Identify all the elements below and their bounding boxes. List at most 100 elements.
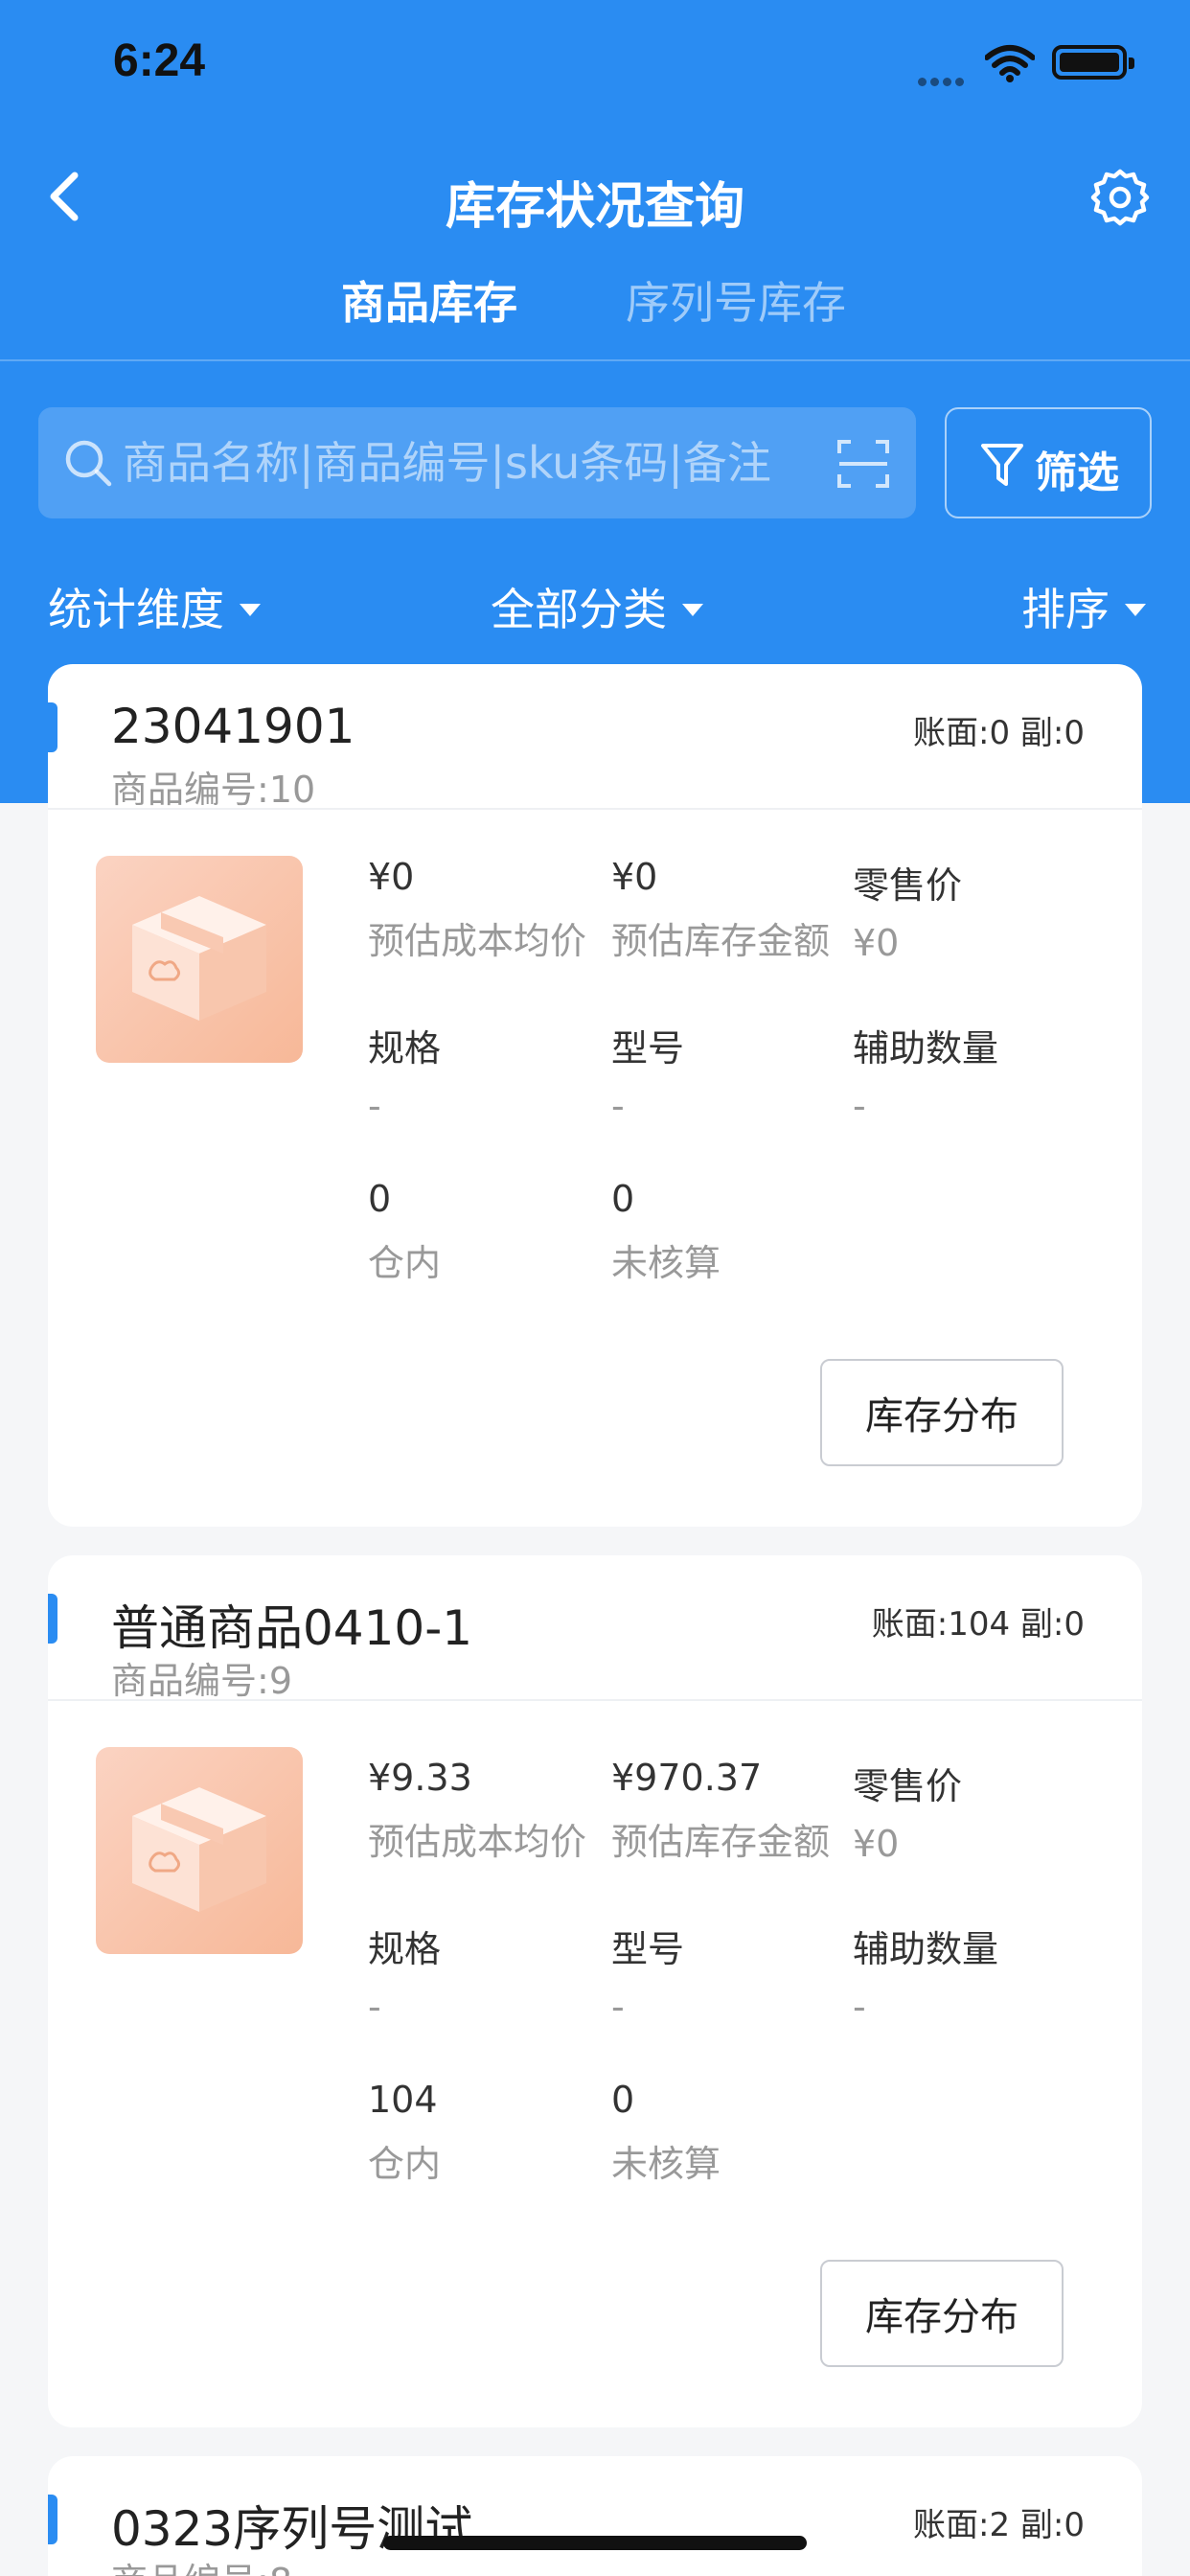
battery-icon — [1052, 45, 1134, 80]
unchecked-value: 0 — [611, 1178, 635, 1220]
product-card[interactable]: 普通商品0410-1 商品编号:9 账面:104 副:0 ¥9.33 预估成本均… — [48, 1555, 1142, 2427]
tab-serial-stock[interactable]: 序列号库存 — [626, 268, 846, 332]
book-quantity: 账面:2 副:0 — [913, 2506, 1085, 2544]
dimension-label: 统计维度 — [48, 584, 224, 635]
filter-label: 筛选 — [1035, 448, 1119, 497]
card-divider — [48, 808, 1142, 810]
avg-cost-label: 预估成本均价 — [368, 1821, 587, 1863]
search-bar — [38, 407, 916, 518]
spec-cell: 规格 - — [368, 1019, 627, 1127]
stock-distribution-button[interactable]: 库存分布 — [820, 1359, 1064, 1466]
book-quantity: 账面:0 副:0 — [913, 714, 1085, 752]
category-dropdown[interactable]: 全部分类 — [491, 575, 703, 638]
sort-dropdown[interactable]: 排序 — [1021, 575, 1146, 638]
product-thumbnail — [96, 856, 303, 1063]
status-time: 6:24 — [113, 35, 206, 86]
filter-icon — [981, 444, 1023, 486]
aux-qty-value: - — [853, 1085, 866, 1127]
stock-amount-value: ¥970.37 — [611, 1757, 763, 1799]
sort-label: 排序 — [1021, 584, 1110, 635]
tabs-divider — [0, 359, 1190, 361]
stock-amount-cell: ¥970.37 预估库存金额 — [611, 1757, 870, 1865]
spec-label: 规格 — [368, 1027, 442, 1070]
retail-cell: 零售价 ¥0 — [853, 1757, 1111, 1865]
stock-distribution-button[interactable]: 库存分布 — [820, 2260, 1064, 2367]
model-value: - — [611, 1986, 625, 2028]
unchecked-cell: 0 未核算 — [611, 2079, 870, 2187]
card-accent — [48, 1594, 57, 1644]
caret-down-icon — [1125, 603, 1146, 616]
home-indicator — [383, 2536, 807, 2550]
model-label: 型号 — [611, 1928, 685, 1970]
spec-label: 规格 — [368, 1928, 442, 1970]
stock-amount-label: 预估库存金额 — [611, 920, 831, 962]
aux-qty-label: 辅助数量 — [853, 1928, 999, 1970]
in-warehouse-cell: 0 仓内 — [368, 1178, 627, 1286]
spec-cell: 规格 - — [368, 1920, 627, 2028]
model-value: - — [611, 1085, 625, 1127]
card-accent — [48, 2495, 57, 2544]
dimension-dropdown[interactable]: 统计维度 — [48, 575, 261, 638]
wifi-icon — [985, 45, 1035, 82]
stock-amount-value: ¥0 — [611, 856, 658, 898]
nav-bar: 库存状况查询 — [0, 149, 1190, 244]
retail-value: ¥0 — [853, 922, 900, 964]
card-accent — [48, 702, 57, 752]
avg-cost-cell: ¥9.33 预估成本均价 — [368, 1757, 627, 1865]
aux-qty-cell: 辅助数量 - — [853, 1019, 1111, 1127]
filter-button[interactable]: 筛选 — [945, 407, 1152, 518]
in-warehouse-value: 0 — [368, 1178, 392, 1220]
unchecked-label: 未核算 — [611, 1242, 721, 1284]
product-code: 商品编号:8 — [111, 2552, 292, 2576]
search-icon — [65, 440, 112, 487]
page-title: 库存状况查询 — [445, 178, 744, 236]
model-cell: 型号 - — [611, 1920, 870, 2028]
stock-amount-cell: ¥0 预估库存金额 — [611, 856, 870, 964]
retail-label: 零售价 — [853, 1765, 963, 1807]
product-name: 普通商品0410-1 — [111, 1600, 473, 1656]
book-quantity: 账面:104 副:0 — [871, 1605, 1085, 1644]
product-card[interactable]: 0323序列号测试 商品编号:8 账面:2 副:0 — [48, 2456, 1142, 2576]
avg-cost-cell: ¥0 预估成本均价 — [368, 856, 627, 964]
product-card[interactable]: 23041901 商品编号:10 账面:0 副:0 ¥0 预估成本均价 ¥0 预… — [48, 664, 1142, 1527]
stock-amount-label: 预估库存金额 — [611, 1821, 831, 1863]
unchecked-value: 0 — [611, 2079, 635, 2121]
box-icon — [132, 1787, 266, 1912]
box-icon — [132, 896, 266, 1021]
product-code: 商品编号:10 — [111, 769, 316, 811]
product-name: 23041901 — [111, 699, 355, 754]
tab-bar: 商品库存 序列号库存 — [0, 268, 1190, 359]
avg-cost-value: ¥9.33 — [368, 1757, 472, 1799]
category-label: 全部分类 — [491, 584, 667, 635]
in-warehouse-label: 仓内 — [368, 2143, 442, 2185]
retail-label: 零售价 — [853, 864, 963, 907]
aux-qty-value: - — [853, 1986, 866, 2028]
in-warehouse-label: 仓内 — [368, 1242, 442, 1284]
retail-cell: 零售价 ¥0 — [853, 856, 1111, 964]
signal-icon — [918, 72, 968, 90]
model-label: 型号 — [611, 1027, 685, 1070]
model-cell: 型号 - — [611, 1019, 870, 1127]
search-input[interactable] — [123, 426, 851, 499]
unchecked-cell: 0 未核算 — [611, 1178, 870, 1286]
retail-value: ¥0 — [853, 1823, 900, 1865]
gear-icon[interactable] — [1090, 168, 1150, 227]
tab-goods-stock[interactable]: 商品库存 — [341, 268, 517, 332]
avg-cost-value: ¥0 — [368, 856, 415, 898]
avg-cost-label: 预估成本均价 — [368, 920, 587, 962]
dropdown-row: 统计维度 全部分类 排序 — [0, 575, 1190, 642]
card-divider — [48, 1699, 1142, 1701]
unchecked-label: 未核算 — [611, 2143, 721, 2185]
scan-icon[interactable] — [835, 436, 891, 492]
spec-value: - — [368, 1085, 381, 1127]
aux-qty-label: 辅助数量 — [853, 1027, 999, 1070]
spec-value: - — [368, 1986, 381, 2028]
status-bar: 6:24 — [0, 0, 1190, 125]
product-code: 商品编号:9 — [111, 1660, 292, 1702]
caret-down-icon — [240, 603, 261, 616]
in-warehouse-cell: 104 仓内 — [368, 2079, 627, 2187]
caret-down-icon — [682, 603, 703, 616]
aux-qty-cell: 辅助数量 - — [853, 1920, 1111, 2028]
in-warehouse-value: 104 — [368, 2079, 438, 2121]
product-thumbnail — [96, 1747, 303, 1954]
